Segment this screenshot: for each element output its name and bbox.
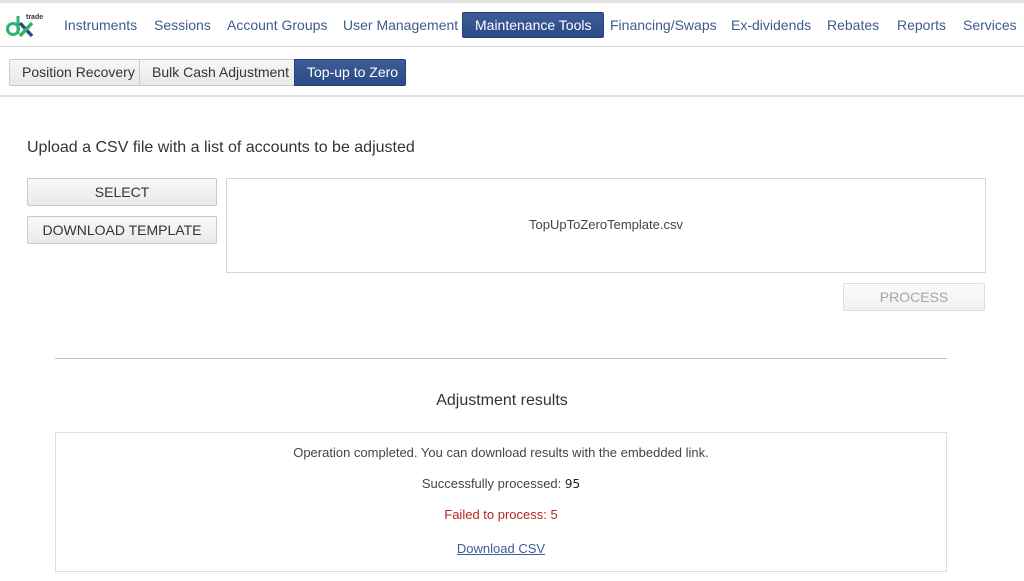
nav-user-management[interactable]: User Management — [343, 12, 458, 38]
dxtrade-logo[interactable]: trade — [4, 11, 44, 39]
select-file-button[interactable]: SELECT — [27, 178, 217, 206]
download-template-button[interactable]: DOWNLOAD TEMPLATE — [27, 216, 217, 244]
failed-count: 5 — [550, 507, 558, 522]
nav-reports[interactable]: Reports — [897, 12, 946, 38]
tab-bulk-cash-adjustment[interactable]: Bulk Cash Adjustment — [139, 59, 295, 86]
nav-services[interactable]: Services — [963, 12, 1017, 38]
maintenance-subnav: Position Recovery Bulk Cash Adjustment T… — [0, 48, 1024, 97]
nav-financing-swaps[interactable]: Financing/Swaps — [610, 12, 717, 38]
success-label: Successfully processed: — [421, 476, 562, 491]
operation-message: Operation completed. You can download re… — [293, 445, 709, 460]
success-summary: Successfully processed: 95 — [56, 476, 946, 491]
tab-top-up-to-zero[interactable]: Top-up to Zero — [294, 59, 406, 86]
svg-text:trade: trade — [26, 14, 43, 21]
nav-instruments[interactable]: Instruments — [64, 12, 137, 38]
download-link-row: Download CSV — [56, 541, 946, 556]
selected-file-name: TopUpToZeroTemplate.csv — [529, 217, 683, 232]
dxtrade-logo-icon: trade — [6, 14, 43, 38]
file-drop-zone[interactable]: TopUpToZeroTemplate.csv — [226, 178, 986, 273]
nav-maintenance-tools[interactable]: Maintenance Tools — [462, 12, 605, 38]
tab-position-recovery[interactable]: Position Recovery — [9, 59, 140, 86]
failed-summary: Failed to process: 5 — [56, 507, 946, 522]
section-divider — [55, 358, 947, 359]
results-heading: Adjustment results — [436, 392, 568, 409]
nav-rebates[interactable]: Rebates — [827, 12, 879, 38]
nav-ex-dividends[interactable]: Ex-dividends — [731, 12, 811, 38]
nav-sessions[interactable]: Sessions — [154, 12, 211, 38]
failed-label: Failed to process: — [444, 507, 547, 522]
upload-instructions: Upload a CSV file with a list of account… — [27, 139, 415, 156]
success-count: 95 — [564, 477, 581, 491]
main-navbar: trade Instruments Sessions Account Group… — [0, 3, 1024, 47]
download-csv-link[interactable]: Download CSV — [457, 541, 545, 556]
results-panel: Operation completed. You can download re… — [55, 432, 947, 572]
process-button[interactable]: PROCESS — [843, 283, 985, 311]
nav-account-groups[interactable]: Account Groups — [227, 12, 327, 38]
